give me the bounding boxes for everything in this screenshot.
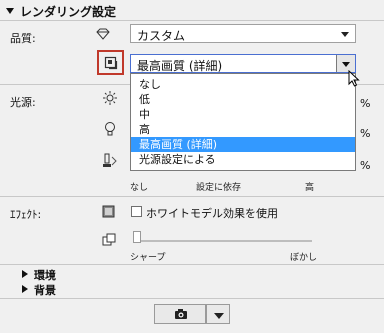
dropdown-option[interactable]: なし — [131, 77, 355, 92]
collapse-triangle-icon[interactable] — [6, 8, 14, 14]
dropdown-option[interactable]: 光源設定による — [131, 152, 355, 167]
section-header[interactable]: レンダリング設定 — [6, 3, 116, 20]
whitemodel-checkbox[interactable] — [131, 206, 142, 217]
dropdown-option[interactable]: 中 — [131, 107, 355, 122]
slider-min-label: なし — [130, 183, 149, 193]
chevron-down-icon — [214, 313, 224, 319]
section-environment[interactable]: 環境 — [22, 267, 56, 283]
quality-select[interactable]: カスタム — [130, 24, 356, 43]
divider — [0, 196, 384, 197]
percent-unit: % — [360, 127, 371, 140]
chevron-down-icon — [341, 32, 349, 37]
copy-icon — [102, 233, 116, 250]
section-title: レンダリング設定 — [20, 5, 117, 19]
preset-dropdown-list[interactable]: なし低中高最高画質 (詳細) 光源設定による — [130, 73, 356, 171]
diamond-icon — [96, 28, 110, 43]
divider — [0, 20, 384, 21]
blur-slider-thumb[interactable] — [133, 231, 141, 243]
render-preset-icon — [104, 56, 118, 70]
lamp-icon — [102, 153, 118, 174]
rendering-settings-panel: レンダリング設定 品質: カスタム 最高画質 (詳細) 光源: % % % なし… — [0, 0, 384, 333]
preset-icon-highlight[interactable] — [97, 50, 124, 75]
slider-mid-label: 設定に依存 — [196, 183, 242, 193]
dropdown-option[interactable]: 低 — [131, 92, 355, 107]
divider — [0, 264, 384, 265]
expand-triangle-icon — [22, 270, 28, 278]
sun-icon — [103, 91, 117, 108]
quality-label: 品質: — [10, 32, 36, 45]
bulb-icon — [104, 121, 116, 140]
blur-min-label: シャープ — [130, 253, 166, 263]
dropdown-options: なし低中高最高画質 (詳細) 光源設定による — [131, 74, 355, 167]
expand-triangle-icon — [22, 285, 28, 293]
preset-select[interactable]: 最高画質 (詳細) — [130, 54, 356, 73]
camera-button[interactable] — [154, 304, 206, 324]
blur-max-label: ぼかし — [290, 253, 318, 263]
percent-unit: % — [360, 97, 371, 110]
camera-dropdown-button[interactable] — [206, 304, 230, 324]
section-background[interactable]: 背景 — [22, 282, 56, 298]
section-background-label: 背景 — [34, 284, 56, 297]
mouse-cursor-icon — [348, 70, 360, 87]
slider-max-label: 高 — [305, 183, 315, 193]
preset-select-value: 最高画質 (詳細) — [137, 59, 223, 73]
dropdown-option[interactable]: 高 — [131, 122, 355, 137]
dropdown-option[interactable]: 最高画質 (詳細) — [131, 137, 355, 152]
blur-slider-track[interactable] — [136, 240, 312, 242]
square-icon — [102, 205, 115, 221]
effects-label: ｴﾌｪｸﾄ: — [10, 208, 42, 221]
section-environment-label: 環境 — [34, 269, 56, 282]
quality-select-value: カスタム — [137, 29, 186, 43]
light-label: 光源: — [10, 96, 36, 109]
camera-icon — [175, 309, 187, 319]
percent-unit: % — [360, 159, 371, 172]
whitemodel-label: ホワイトモデル効果を使用 — [146, 207, 278, 220]
divider — [0, 298, 384, 299]
